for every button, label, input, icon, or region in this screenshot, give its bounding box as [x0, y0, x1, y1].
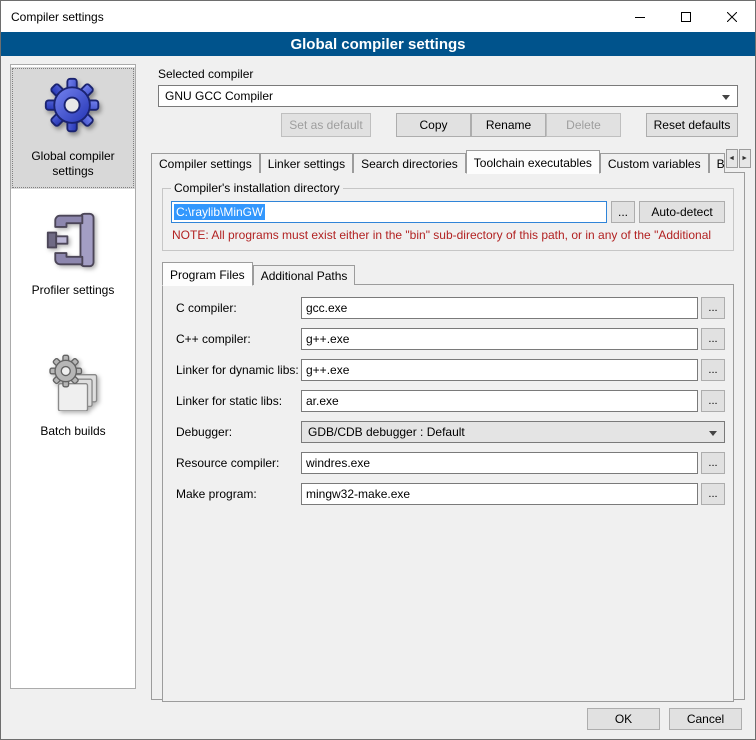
resource-compiler-browse-button[interactable]: ...: [701, 452, 725, 474]
batch-builds-icon: [41, 349, 105, 413]
copy-button[interactable]: Copy: [396, 113, 471, 137]
settings-tabbar: Compiler settings Linker settings Search…: [151, 149, 745, 173]
maximize-icon: [681, 12, 691, 22]
selected-compiler-label: Selected compiler: [158, 67, 745, 81]
sidebar-item-label: Profiler settings: [32, 283, 115, 298]
dynamic-linker-browse-button[interactable]: ...: [701, 359, 725, 381]
set-as-default-button: Set as default: [281, 113, 371, 137]
installation-directory-value: C:\raylib\MinGW: [174, 204, 265, 220]
maximize-button[interactable]: [663, 1, 709, 32]
profiler-icon: [41, 208, 105, 272]
cancel-button[interactable]: Cancel: [669, 708, 742, 730]
c-compiler-input[interactable]: [301, 297, 698, 319]
rename-button[interactable]: Rename: [471, 113, 546, 137]
cpp-compiler-input[interactable]: [301, 328, 698, 350]
installation-directory-row: C:\raylib\MinGW ... Auto-detect: [171, 201, 725, 223]
tab-search-directories[interactable]: Search directories: [353, 153, 466, 173]
tab-compiler-settings[interactable]: Compiler settings: [151, 153, 260, 173]
dropdown-caret-icon: [709, 431, 717, 436]
dropdown-caret-icon: [722, 95, 730, 100]
titlebar[interactable]: Compiler settings: [1, 1, 755, 32]
minimize-button[interactable]: [617, 1, 663, 32]
sidebar-item-batch-builds[interactable]: Batch builds: [11, 342, 135, 449]
installation-directory-group: Compiler's installation directory C:\ray…: [162, 181, 734, 251]
toolchain-executables-page: Compiler's installation directory C:\ray…: [151, 172, 745, 700]
main-panel: Selected compiler GNU GCC Compiler Set a…: [151, 56, 745, 700]
static-linker-input[interactable]: [301, 390, 698, 412]
close-icon: [727, 12, 737, 22]
reset-defaults-button[interactable]: Reset defaults: [646, 113, 738, 137]
form-row-static-linker: Linker for static libs: ...: [176, 390, 725, 412]
cpp-compiler-browse-button[interactable]: ...: [701, 328, 725, 350]
dialog-footer: OK Cancel: [578, 708, 742, 730]
compiler-settings-window: Compiler settings Global compiler settin…: [0, 0, 756, 740]
tab-additional-paths[interactable]: Additional Paths: [253, 265, 356, 285]
tab-custom-variables[interactable]: Custom variables: [600, 153, 709, 173]
tab-build-options[interactable]: Build: [709, 153, 725, 173]
gear-icon: [41, 74, 105, 138]
selected-compiler-value: GNU GCC Compiler: [165, 89, 273, 103]
minimize-icon: [635, 12, 645, 22]
auto-detect-button[interactable]: Auto-detect: [639, 201, 725, 223]
c-compiler-label: C compiler:: [176, 301, 301, 315]
sidebar-item-global-compiler-settings[interactable]: Global compiler settings: [11, 67, 135, 189]
resource-compiler-input[interactable]: [301, 452, 698, 474]
static-linker-browse-button[interactable]: ...: [701, 390, 725, 412]
installation-note: NOTE: All programs must exist either in …: [172, 228, 724, 242]
cpp-compiler-label: C++ compiler:: [176, 332, 301, 346]
window-controls: [617, 1, 755, 32]
sidebar-item-label: Global compiler settings: [13, 149, 133, 179]
static-linker-label: Linker for static libs:: [176, 394, 301, 408]
installation-directory-browse-button[interactable]: ...: [611, 201, 635, 223]
sidebar-item-profiler-settings[interactable]: Profiler settings: [11, 201, 135, 308]
tab-program-files[interactable]: Program Files: [162, 262, 253, 286]
form-row-dynamic-linker: Linker for dynamic libs: ...: [176, 359, 725, 381]
category-sidebar: Global compiler settings Profiler settin…: [10, 64, 136, 689]
tab-linker-settings[interactable]: Linker settings: [260, 153, 353, 173]
dynamic-linker-label: Linker for dynamic libs:: [176, 363, 301, 377]
tab-scrollers: ◄ ►: [725, 149, 751, 168]
debugger-value: GDB/CDB debugger : Default: [308, 425, 465, 439]
form-row-cpp-compiler: C++ compiler: ...: [176, 328, 725, 350]
dynamic-linker-input[interactable]: [301, 359, 698, 381]
resource-compiler-label: Resource compiler:: [176, 456, 301, 470]
debugger-label: Debugger:: [176, 425, 301, 439]
sidebar-item-label: Batch builds: [40, 424, 105, 439]
debugger-select[interactable]: GDB/CDB debugger : Default: [301, 421, 725, 443]
make-program-input[interactable]: [301, 483, 698, 505]
tab-scroll-left-icon[interactable]: ◄: [726, 149, 738, 168]
installation-directory-input[interactable]: C:\raylib\MinGW: [171, 201, 607, 223]
tab-toolchain-executables[interactable]: Toolchain executables: [466, 150, 600, 174]
c-compiler-browse-button[interactable]: ...: [701, 297, 725, 319]
tab-scroll-right-icon[interactable]: ►: [739, 149, 751, 168]
make-program-browse-button[interactable]: ...: [701, 483, 725, 505]
compiler-actions: Set as default Copy Rename Delete Reset …: [158, 113, 738, 137]
selected-compiler-select[interactable]: GNU GCC Compiler: [158, 85, 738, 107]
installation-directory-label: Compiler's installation directory: [171, 181, 343, 195]
form-row-c-compiler: C compiler: ...: [176, 297, 725, 319]
window-title: Compiler settings: [1, 10, 104, 24]
program-tabbar: Program Files Additional Paths: [162, 261, 734, 285]
close-button[interactable]: [709, 1, 755, 32]
dialog-header: Global compiler settings: [1, 32, 755, 56]
ok-button[interactable]: OK: [587, 708, 660, 730]
make-program-label: Make program:: [176, 487, 301, 501]
form-row-debugger: Debugger: GDB/CDB debugger : Default: [176, 421, 725, 443]
form-row-resource-compiler: Resource compiler: ...: [176, 452, 725, 474]
delete-button: Delete: [546, 113, 621, 137]
form-row-make-program: Make program: ...: [176, 483, 725, 505]
program-files-page: C compiler: ... C++ compiler: ... Linker…: [162, 284, 734, 702]
